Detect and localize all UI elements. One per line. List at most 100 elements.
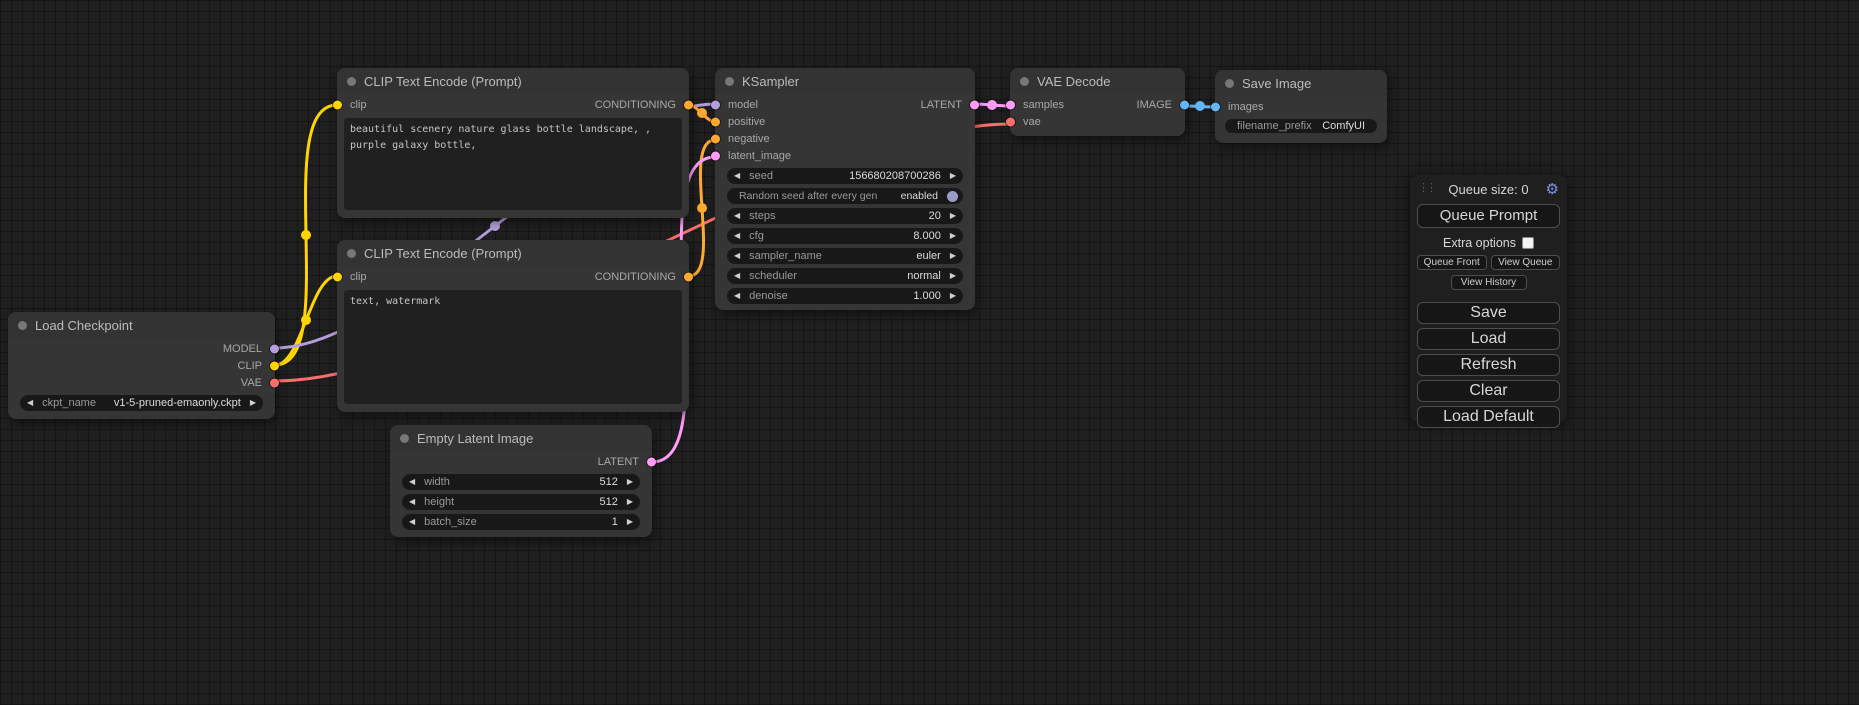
node-body: clip CONDITIONING beautiful scenery natu… [337, 94, 689, 210]
increment-arrow-icon[interactable]: ▶ [950, 292, 956, 300]
widget-label: denoise [749, 290, 788, 302]
seed-widget[interactable]: ◀ seed 156680208700286 ▶ [727, 168, 963, 184]
clip-input-port[interactable] [333, 272, 342, 281]
queue-prompt-button[interactable]: Queue Prompt [1417, 204, 1560, 228]
node-title-bar[interactable]: VAE Decode [1010, 68, 1185, 94]
node-title-bar[interactable]: Empty Latent Image [390, 425, 652, 451]
decrement-arrow-icon[interactable]: ◀ [27, 399, 33, 407]
widget-value: 512 [599, 496, 617, 508]
node-title-bar[interactable]: Load Checkpoint [8, 312, 275, 338]
positive-prompt-textarea[interactable]: beautiful scenery nature glass bottle la… [344, 118, 682, 210]
increment-arrow-icon[interactable]: ▶ [950, 172, 956, 180]
decrement-arrow-icon[interactable]: ◀ [409, 518, 415, 526]
node-load-checkpoint[interactable]: Load Checkpoint MODEL CLIP VAE ◀ ckpt_na… [8, 312, 275, 419]
refresh-button[interactable]: Refresh [1417, 354, 1560, 376]
node-clip-text-encode-positive[interactable]: CLIP Text Encode (Prompt) clip CONDITION… [337, 68, 689, 218]
node-title-bar[interactable]: CLIP Text Encode (Prompt) [337, 240, 689, 266]
node-title: Load Checkpoint [35, 318, 133, 333]
slot-row: samples IMAGE [1010, 96, 1185, 113]
collapse-toggle-icon[interactable] [347, 77, 356, 86]
negative-prompt-textarea[interactable]: text, watermark [344, 290, 682, 404]
negative-input-port[interactable] [711, 134, 720, 143]
batch-size-widget[interactable]: ◀ batch_size 1 ▶ [402, 514, 640, 530]
decrement-arrow-icon[interactable]: ◀ [734, 292, 740, 300]
model-output-port[interactable] [270, 344, 279, 353]
denoise-widget[interactable]: ◀ denoise 1.000 ▶ [727, 288, 963, 304]
node-save-image[interactable]: Save Image images filename_prefix ComfyU… [1215, 70, 1387, 143]
width-widget[interactable]: ◀ width 512 ▶ [402, 474, 640, 490]
filename-prefix-widget[interactable]: filename_prefix ComfyUI [1225, 119, 1377, 133]
random-seed-toggle-widget[interactable]: Random seed after every gen enabled [727, 188, 963, 204]
sampler-name-widget[interactable]: ◀ sampler_name euler ▶ [727, 248, 963, 264]
model-input-port[interactable] [711, 100, 720, 109]
conditioning-output-label: CONDITIONING [595, 271, 676, 283]
drag-handle-icon[interactable]: ⋮⋮ [1418, 181, 1434, 194]
increment-arrow-icon[interactable]: ▶ [950, 252, 956, 260]
save-button[interactable]: Save [1417, 302, 1560, 324]
images-input-port[interactable] [1211, 102, 1220, 111]
collapse-toggle-icon[interactable] [18, 321, 27, 330]
samples-input-port[interactable] [1006, 100, 1015, 109]
latent-output-port[interactable] [970, 100, 979, 109]
collapse-toggle-icon[interactable] [725, 77, 734, 86]
decrement-arrow-icon[interactable]: ◀ [734, 172, 740, 180]
node-ksampler[interactable]: KSampler model LATENT positive negative … [715, 68, 975, 310]
increment-arrow-icon[interactable]: ▶ [950, 212, 956, 220]
load-button[interactable]: Load [1417, 328, 1560, 350]
vae-input-port[interactable] [1006, 117, 1015, 126]
increment-arrow-icon[interactable]: ▶ [627, 498, 633, 506]
decrement-arrow-icon[interactable]: ◀ [734, 272, 740, 280]
node-title-bar[interactable]: Save Image [1215, 70, 1387, 96]
vae-output-port[interactable] [270, 378, 279, 387]
height-widget[interactable]: ◀ height 512 ▶ [402, 494, 640, 510]
collapse-toggle-icon[interactable] [1020, 77, 1029, 86]
increment-arrow-icon[interactable]: ▶ [627, 518, 633, 526]
collapse-toggle-icon[interactable] [347, 249, 356, 258]
slot-row: images [1215, 98, 1387, 115]
decrement-arrow-icon[interactable]: ◀ [734, 232, 740, 240]
conditioning-output-port[interactable] [684, 272, 693, 281]
decrement-arrow-icon[interactable]: ◀ [409, 478, 415, 486]
increment-arrow-icon[interactable]: ▶ [250, 399, 256, 407]
slot-row: clip CONDITIONING [337, 268, 689, 285]
decrement-arrow-icon[interactable]: ◀ [734, 212, 740, 220]
queue-front-button[interactable]: Queue Front [1417, 255, 1487, 270]
clip-output-port[interactable] [270, 361, 279, 370]
collapse-toggle-icon[interactable] [1225, 79, 1234, 88]
view-queue-button[interactable]: View Queue [1491, 255, 1561, 270]
ckpt-name-widget[interactable]: ◀ ckpt_name v1-5-pruned-emaonly.ckpt ▶ [20, 395, 263, 411]
settings-gear-icon[interactable]: ⚙ [1546, 180, 1559, 198]
graph-canvas[interactable]: Load Checkpoint MODEL CLIP VAE ◀ ckpt_na… [0, 0, 1859, 705]
positive-input-port[interactable] [711, 117, 720, 126]
queue-panel-header: ⋮⋮ Queue size: 0 ⚙ [1417, 179, 1560, 199]
node-title-bar[interactable]: CLIP Text Encode (Prompt) [337, 68, 689, 94]
conditioning-output-port[interactable] [684, 100, 693, 109]
image-output-port[interactable] [1180, 100, 1189, 109]
model-input-label: model [728, 99, 758, 111]
slot-row: MODEL [8, 340, 275, 357]
node-title-bar[interactable]: KSampler [715, 68, 975, 94]
decrement-arrow-icon[interactable]: ◀ [409, 498, 415, 506]
latent-image-input-port[interactable] [711, 151, 720, 160]
increment-arrow-icon[interactable]: ▶ [950, 232, 956, 240]
collapse-toggle-icon[interactable] [400, 434, 409, 443]
steps-widget[interactable]: ◀ steps 20 ▶ [727, 208, 963, 224]
widget-label: filename_prefix [1237, 120, 1312, 132]
view-history-button[interactable]: View History [1451, 275, 1527, 290]
increment-arrow-icon[interactable]: ▶ [950, 272, 956, 280]
increment-arrow-icon[interactable]: ▶ [627, 478, 633, 486]
load-default-button[interactable]: Load Default [1417, 406, 1560, 428]
widget-value: 512 [599, 476, 617, 488]
node-empty-latent-image[interactable]: Empty Latent Image LATENT ◀ width 512 ▶ … [390, 425, 652, 537]
latent-output-port[interactable] [647, 457, 656, 466]
scheduler-widget[interactable]: ◀ scheduler normal ▶ [727, 268, 963, 284]
node-vae-decode[interactable]: VAE Decode samples IMAGE vae [1010, 68, 1185, 136]
decrement-arrow-icon[interactable]: ◀ [734, 252, 740, 260]
cfg-widget[interactable]: ◀ cfg 8.000 ▶ [727, 228, 963, 244]
widget-value: enabled [901, 190, 938, 202]
clip-input-port[interactable] [333, 100, 342, 109]
node-clip-text-encode-negative[interactable]: CLIP Text Encode (Prompt) clip CONDITION… [337, 240, 689, 412]
extra-options-checkbox[interactable] [1522, 237, 1534, 249]
toggle-knob-icon[interactable] [947, 191, 958, 202]
clear-button[interactable]: Clear [1417, 380, 1560, 402]
